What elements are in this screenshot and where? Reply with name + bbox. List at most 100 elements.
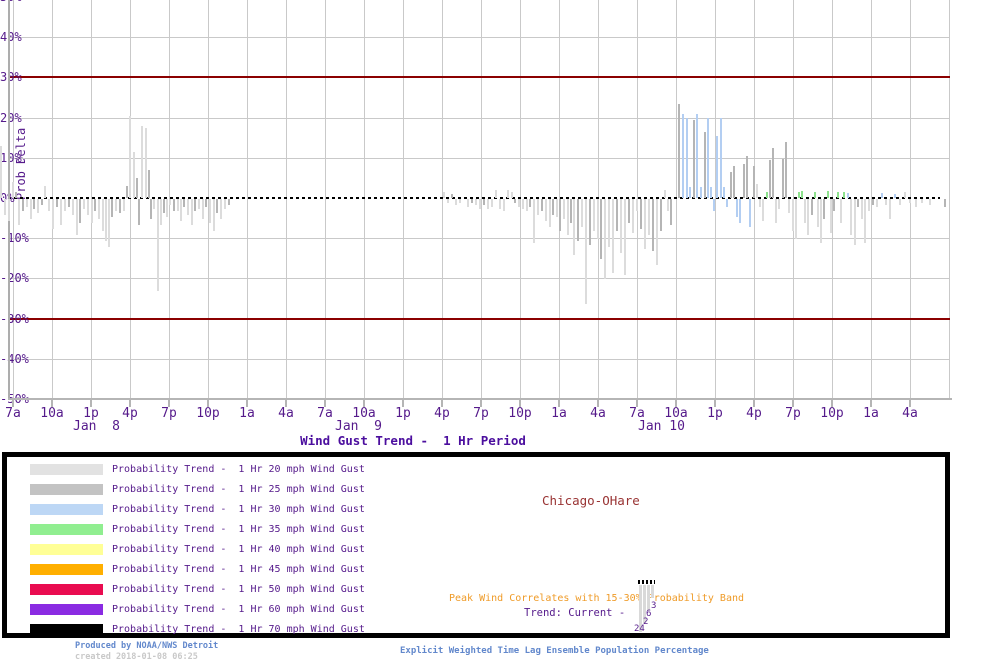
inset-dotted-top: [638, 580, 655, 584]
x-tick-label: 4p: [746, 406, 762, 421]
bar: [187, 199, 189, 216]
bar: [8, 199, 10, 222]
bar: [522, 199, 524, 210]
x-tick-label: 10p: [196, 406, 220, 421]
gridline-vertical: [481, 0, 482, 399]
bar: [624, 199, 626, 276]
y-tick-label: -20%: [0, 271, 29, 286]
bar: [667, 199, 669, 212]
bar: [60, 199, 62, 226]
bar: [804, 199, 806, 224]
bar: [772, 147, 774, 198]
bar: [18, 199, 20, 226]
x-tick-label: 1p: [395, 406, 411, 421]
bar: [823, 199, 825, 220]
bar: [693, 119, 695, 198]
bar: [861, 199, 863, 220]
bar: [133, 151, 135, 198]
bar: [0, 145, 2, 198]
bar: [556, 199, 558, 218]
bar: [459, 199, 461, 204]
x-tick-label: 4p: [122, 406, 138, 421]
x-tick-label: 10p: [820, 406, 844, 421]
footer-method-note: Explicit Weighted Time Lag Ensemble Popu…: [400, 646, 709, 656]
bar: [830, 199, 832, 234]
bar: [885, 199, 887, 206]
bar: [541, 199, 543, 212]
bar: [33, 199, 35, 210]
bar: [636, 199, 638, 212]
bar: [108, 199, 110, 248]
bar: [479, 199, 481, 210]
bar: [660, 199, 662, 232]
y-tick-label: -30%: [0, 311, 29, 326]
x-date-label: Jan 9: [335, 419, 382, 434]
bar: [778, 199, 780, 210]
legend-label: Probability Trend - 1 Hr 20 mph Wind Gus…: [112, 464, 365, 475]
gridline-horizontal: [8, 358, 950, 360]
bar: [716, 135, 718, 198]
y-tick-label: 40%: [0, 30, 22, 45]
bar: [529, 199, 531, 208]
bar: [148, 169, 150, 198]
legend-row: Probability Trend - 1 Hr 70 mph Wind Gus…: [7, 621, 427, 641]
bar: [600, 199, 602, 260]
bar: [864, 199, 866, 244]
bar: [876, 199, 878, 208]
trend-current-label: Trend: Current -: [524, 607, 626, 619]
bar: [213, 199, 215, 232]
legend-label: Probability Trend - 1 Hr 50 mph Wind Gus…: [112, 584, 365, 595]
bar: [904, 191, 906, 198]
bar: [180, 199, 182, 222]
bar: [769, 159, 771, 198]
bar: [593, 199, 595, 232]
bar: [145, 127, 147, 198]
bar: [573, 199, 575, 256]
bar: [837, 191, 839, 198]
bar: [707, 117, 709, 198]
bar: [577, 199, 579, 242]
bar: [881, 193, 883, 198]
bar: [585, 199, 587, 304]
x-date-label: Jan 8: [73, 419, 120, 434]
station-name: Chicago-OHare: [542, 493, 640, 508]
bar: [471, 199, 473, 204]
bar: [552, 199, 554, 216]
bar: [72, 199, 74, 216]
bar: [713, 199, 715, 212]
bar: [173, 199, 175, 212]
bar: [604, 199, 606, 280]
bar: [451, 193, 453, 198]
bar: [775, 199, 777, 224]
gridline-horizontal: [8, 117, 950, 119]
bar: [198, 199, 200, 210]
bar: [736, 199, 738, 218]
x-tick-label: 1a: [863, 406, 879, 421]
bar: [83, 199, 85, 210]
bar: [111, 199, 113, 218]
bar: [632, 199, 634, 234]
footer-produced-by: Produced by NOAA/NWS Detroit: [75, 641, 219, 651]
y-tick-label: -40%: [0, 351, 29, 366]
bar: [467, 199, 469, 208]
legend-row: Probability Trend - 1 Hr 25 mph Wind Gus…: [7, 481, 427, 501]
bar: [166, 199, 168, 218]
legend-box: Probability Trend - 1 Hr 20 mph Wind Gus…: [2, 452, 950, 638]
y-tick-label: 20%: [0, 110, 22, 125]
legend-label: Probability Trend - 1 Hr 70 mph Wind Gus…: [112, 624, 365, 635]
bar: [56, 199, 58, 208]
bar: [30, 199, 32, 220]
legend-color-swatch: [30, 584, 103, 595]
bar: [746, 155, 748, 198]
bar: [487, 199, 489, 210]
bar: [15, 191, 17, 198]
bar: [41, 199, 43, 206]
bar: [915, 199, 917, 208]
gridline-horizontal: [8, 278, 950, 280]
bar: [136, 177, 138, 198]
threshold-line: [8, 76, 950, 79]
gridline-vertical: [520, 0, 521, 399]
gridline-horizontal: [8, 157, 950, 159]
bar: [854, 199, 856, 246]
bar: [169, 199, 171, 206]
